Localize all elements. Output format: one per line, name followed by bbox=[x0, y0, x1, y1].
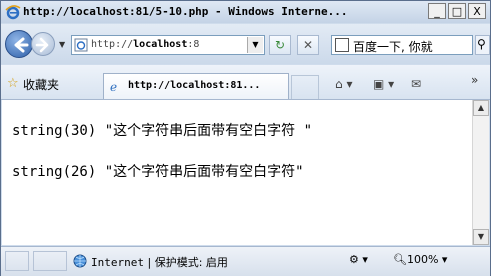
output-line-2: string(26) "这个字符串后面带有空白字符" bbox=[12, 164, 304, 180]
address-dropdown[interactable]: ▼ bbox=[247, 37, 263, 53]
home-button[interactable]: ⌂ ▾ bbox=[335, 77, 352, 91]
output-line-1: string(30) "这个字符串后面带有空白字符 " bbox=[12, 123, 313, 139]
zone-separator: | bbox=[147, 256, 152, 269]
zone-name: Internet bbox=[91, 256, 144, 269]
address-host: localhost bbox=[133, 39, 188, 50]
vertical-scrollbar[interactable]: ▲ ▼ bbox=[472, 100, 489, 245]
mail-button[interactable]: ✉ bbox=[411, 77, 421, 91]
maximize-button[interactable]: □ bbox=[448, 3, 466, 19]
status-bar: Internet | 保护模式: 启用 ⚙ ▾ 🔍︎100% ▾ bbox=[1, 246, 490, 276]
star-icon: ☆ bbox=[7, 76, 19, 91]
search-icon: ⚲ bbox=[477, 37, 486, 51]
forward-arrow-icon bbox=[35, 37, 49, 53]
tab-active[interactable]: ℯ http://localhost:81... bbox=[103, 73, 289, 99]
scroll-up-icon[interactable]: ▲ bbox=[473, 100, 489, 116]
forward-button[interactable] bbox=[31, 32, 55, 56]
more-chevron-icon[interactable]: » bbox=[471, 73, 478, 87]
baidu-icon bbox=[335, 38, 349, 52]
close-button[interactable]: X bbox=[468, 3, 486, 19]
favorites-bar: ☆ 收藏夹 ℯ http://localhost:81... ⌂ ▾ ▣ ▾ ✉… bbox=[1, 65, 490, 100]
status-cell bbox=[5, 251, 29, 271]
search-box[interactable]: 百度一下, 你就 bbox=[331, 35, 473, 55]
ie-logo-icon bbox=[5, 5, 21, 20]
address-bar[interactable]: http://localhost:8 ▼ bbox=[71, 35, 265, 55]
feeds-icon: ▣ bbox=[373, 77, 385, 91]
back-button[interactable] bbox=[5, 30, 33, 58]
page-icon bbox=[74, 38, 88, 52]
mail-icon: ✉ bbox=[411, 77, 422, 91]
address-suffix: :8 bbox=[187, 39, 200, 50]
navigation-bar: ▼ http://localhost:8 ▼ ↻ ✕ 百度一下, 你就 ⚲ bbox=[1, 24, 490, 64]
zoom-icon: 🔍︎ bbox=[393, 253, 407, 266]
stop-button[interactable]: ✕ bbox=[297, 35, 319, 55]
search-input[interactable]: 百度一下, 你就 bbox=[353, 38, 471, 55]
new-tab-button[interactable] bbox=[291, 75, 319, 99]
browser-window: http://localhost:81/5-10.php - Windows I… bbox=[0, 0, 491, 276]
favorites-button[interactable]: 收藏夹 bbox=[23, 76, 59, 93]
title-bar[interactable]: http://localhost:81/5-10.php - Windows I… bbox=[1, 1, 490, 23]
home-icon: ⌂ bbox=[335, 77, 343, 91]
tab-title: http://localhost:81... bbox=[128, 80, 261, 91]
status-cell bbox=[33, 251, 67, 271]
refresh-button[interactable]: ↻ bbox=[269, 35, 291, 55]
search-button[interactable]: ⚲ bbox=[475, 35, 490, 55]
security-zone[interactable]: Internet | 保护模式: 启用 bbox=[91, 254, 228, 270]
zoom-button[interactable]: 🔍︎100% ▾ bbox=[393, 253, 447, 269]
refresh-icon: ↻ bbox=[274, 38, 286, 52]
address-prefix: http:// bbox=[91, 39, 134, 50]
window-title: http://localhost:81/5-10.php - Windows I… bbox=[23, 5, 348, 18]
protected-mode: 保护模式: 启用 bbox=[154, 256, 228, 269]
minimize-button[interactable]: _ bbox=[428, 3, 446, 19]
back-arrow-icon bbox=[14, 37, 29, 53]
scroll-down-icon[interactable]: ▼ bbox=[473, 229, 489, 245]
addons-button[interactable]: ⚙ ▾ bbox=[349, 253, 368, 269]
recent-pages-dropdown[interactable]: ▼ bbox=[59, 40, 65, 49]
stop-icon: ✕ bbox=[302, 38, 314, 52]
address-text[interactable]: http://localhost:8 bbox=[91, 39, 241, 50]
globe-icon bbox=[73, 254, 87, 268]
zoom-level: 100% bbox=[406, 253, 439, 266]
page-content: string(30) "这个字符串后面带有空白字符 " string(26) "… bbox=[2, 100, 472, 245]
feeds-button[interactable]: ▣ ▾ bbox=[373, 77, 394, 91]
page-icon: ℯ bbox=[110, 80, 118, 94]
